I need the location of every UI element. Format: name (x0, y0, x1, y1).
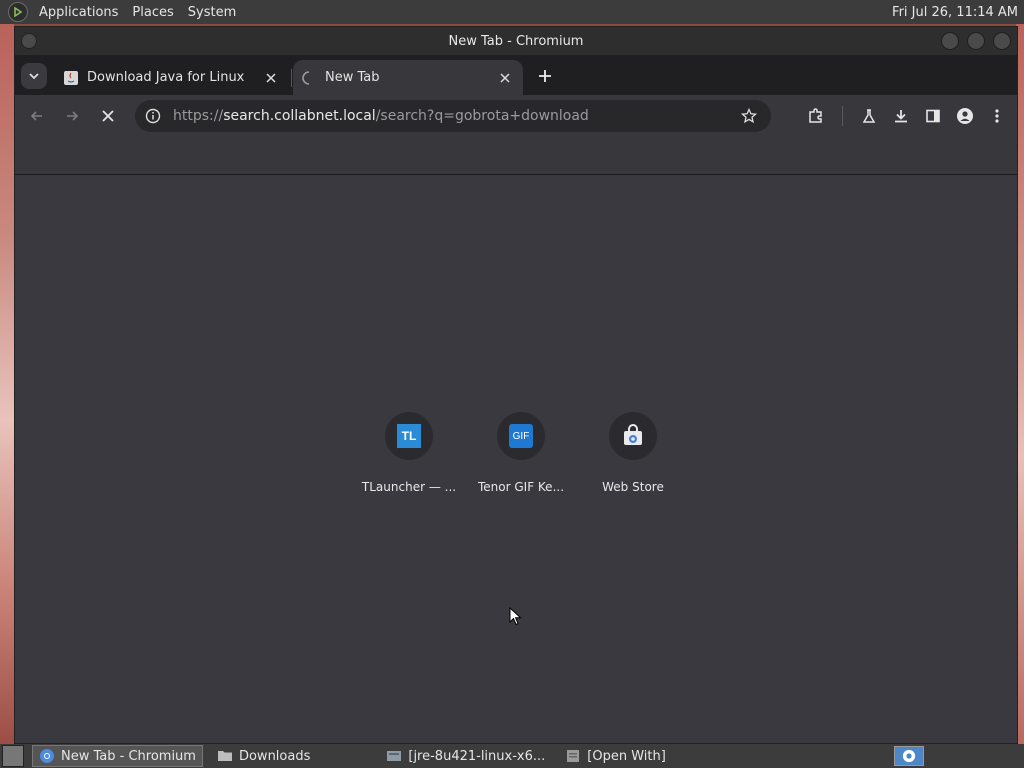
browser-toolbar: https://search.collabnet.local/search?q=… (15, 95, 1017, 137)
top-panel: Applications Places System Fri Jul 26, 1… (0, 0, 1024, 24)
chromium-icon (40, 749, 54, 763)
labs-button[interactable] (853, 100, 885, 132)
url-scheme: https:// (173, 108, 224, 124)
shortcut-label: Tenor GIF Ke... (477, 480, 565, 494)
extensions-button[interactable] (800, 100, 832, 132)
new-tab-page: TL TLauncher — ... GIF Tenor GIF Ke... W… (15, 176, 1017, 743)
shortcut-label: TLauncher — ... (361, 480, 457, 494)
loading-spinner-icon (302, 70, 310, 85)
taskbar-item-label: Downloads (238, 748, 311, 764)
download-icon (895, 110, 907, 123)
tab-new-tab[interactable]: New Tab (293, 60, 523, 95)
window-menu-button[interactable] (21, 33, 37, 49)
tlauncher-icon: TL (397, 424, 421, 448)
toolbar-divider (842, 106, 843, 126)
menu-places[interactable]: Places (125, 5, 180, 20)
tab-strip: Download Java for Linux New Tab (15, 55, 1017, 95)
taskbar-item-open-with[interactable]: [Open With] (559, 745, 672, 767)
maximize-button[interactable] (967, 32, 985, 50)
puzzle-icon (809, 108, 822, 123)
plus-icon (539, 70, 551, 82)
folder-icon (217, 751, 232, 761)
shortcut-icon-circle (609, 412, 657, 460)
tenor-gif-icon: GIF (509, 424, 533, 448)
star-icon (741, 108, 757, 124)
close-icon (102, 110, 114, 122)
java-icon (64, 70, 78, 85)
side-panel-icon (926, 109, 940, 123)
close-icon (500, 72, 510, 83)
flask-icon (862, 109, 876, 123)
dialog-icon (567, 750, 580, 762)
tab-close-button[interactable] (497, 70, 513, 86)
taskbar-item-chromium[interactable]: New Tab - Chromium (32, 745, 203, 767)
tab-close-button[interactable] (263, 70, 279, 86)
address-bar[interactable]: https://search.collabnet.local/search?q=… (135, 100, 771, 132)
shortcut-web-store[interactable]: Web Store (577, 412, 689, 494)
shortcut-tlauncher[interactable]: TL TLauncher — ... (353, 412, 465, 494)
arrow-left-icon (30, 111, 42, 121)
shortcut-tenor-gif[interactable]: GIF Tenor GIF Ke... (465, 412, 577, 494)
bookmark-star-button[interactable] (733, 100, 765, 132)
tab-title: Download Java for Linux (87, 70, 245, 85)
panel-clock[interactable]: Fri Jul 26, 11:14 AM (892, 5, 1024, 20)
tab-separator (291, 69, 292, 87)
window-titlebar[interactable]: New Tab - Chromium (15, 27, 1017, 55)
taskbar-item-jre-archive[interactable]: [jre-8u421-linux-x6... (380, 745, 551, 767)
show-desktop-button[interactable] (2, 745, 24, 767)
new-tab-button[interactable] (533, 64, 557, 88)
minimize-button[interactable] (941, 32, 959, 50)
menu-button[interactable] (981, 100, 1013, 132)
side-panel-button[interactable] (917, 100, 949, 132)
bookmarks-bar (15, 137, 1017, 175)
chevron-down-icon (29, 73, 39, 80)
shortcut-icon-circle: GIF (497, 412, 545, 460)
archive-icon (387, 751, 402, 761)
url-path: /search?q=gobrota+download (375, 108, 589, 124)
distro-logo-icon[interactable] (8, 2, 28, 22)
tray-chromium-icon[interactable] (894, 746, 924, 766)
site-info-icon[interactable] (143, 106, 163, 126)
taskbar-item-label: New Tab - Chromium (61, 748, 196, 764)
tab-search-button[interactable] (21, 63, 47, 89)
tab-download-java[interactable]: Download Java for Linux (55, 60, 289, 95)
bottom-taskbar: New Tab - Chromium Downloads [jre-8u421-… (0, 744, 1024, 768)
kebab-menu-icon (995, 109, 999, 123)
taskbar-item-downloads[interactable]: Downloads (211, 745, 316, 767)
menu-system[interactable]: System (181, 5, 243, 20)
tab-title: New Tab (325, 70, 380, 85)
shortcut-icon-circle: TL (385, 412, 433, 460)
taskbar-item-label: [jre-8u421-linux-x6... (408, 748, 546, 764)
close-window-button[interactable] (993, 32, 1011, 50)
arrow-right-icon (67, 111, 79, 121)
menu-applications[interactable]: Applications (32, 5, 125, 20)
window-title: New Tab - Chromium (448, 33, 584, 49)
url-host: search.collabnet.local (223, 108, 376, 124)
back-button[interactable] (21, 100, 53, 132)
downloads-button[interactable] (885, 100, 917, 132)
shortcut-label: Web Store (602, 480, 664, 494)
profile-button[interactable] (949, 100, 981, 132)
web-store-icon (624, 424, 642, 445)
browser-window: New Tab - Chromium Download Java for Lin… (14, 26, 1018, 744)
shortcut-tiles: TL TLauncher — ... GIF Tenor GIF Ke... W… (353, 412, 689, 494)
stop-loading-button[interactable] (92, 100, 124, 132)
desktop-wallpaper-left (0, 24, 14, 744)
avatar-icon (957, 108, 973, 124)
chromium-icon (902, 749, 916, 763)
forward-button[interactable] (56, 100, 88, 132)
taskbar-item-label: [Open With] (587, 748, 666, 764)
mouse-pointer-icon (509, 607, 522, 626)
close-icon (266, 72, 276, 83)
